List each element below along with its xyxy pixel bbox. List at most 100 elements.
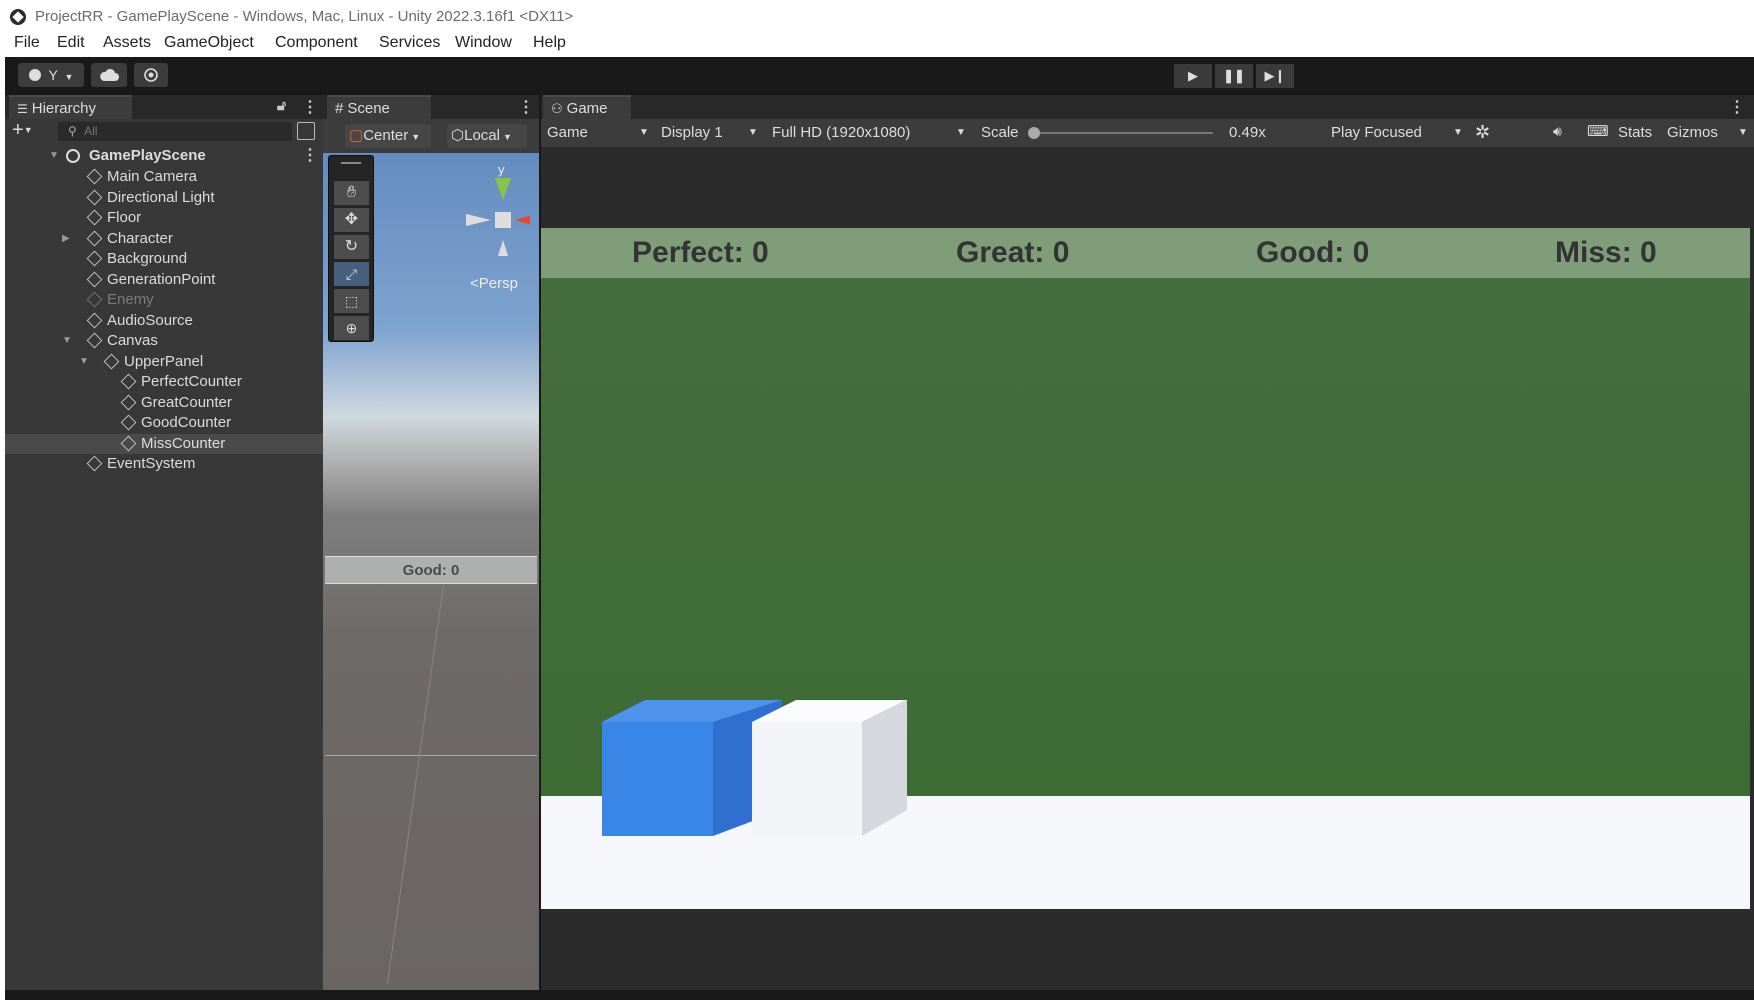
game-mode-dropdown[interactable]: Game ▼	[541, 119, 656, 147]
unity-logo-icon	[10, 9, 26, 25]
transform-tool-button[interactable]: ⊕	[334, 316, 369, 340]
menu-window[interactable]: Window	[455, 34, 512, 52]
collapse-arrow-icon[interactable]: ▶	[62, 229, 70, 249]
lock-icon[interactable]: 🔓︎	[277, 97, 286, 114]
scene-root-row[interactable]: ▼ GamePlayScene ⋮	[5, 146, 323, 166]
scene-search-button[interactable]	[297, 122, 315, 140]
scene-toolbar: ▢Center ▼ ⬡Local ▼	[323, 119, 539, 153]
perfect-counter: Perfect: 0	[632, 236, 769, 269]
persp-label-text: Persp	[478, 275, 518, 292]
tab-scene[interactable]: # Scene	[327, 95, 431, 119]
hierarchy-item[interactable]: Enemy	[5, 290, 323, 310]
gameobject-cube-icon	[86, 209, 103, 226]
hierarchy-item[interactable]: EventSystem	[5, 454, 323, 474]
hierarchy-item[interactable]: GenerationPoint	[5, 270, 323, 290]
gameobject-cube-icon	[86, 168, 103, 185]
expand-arrow-icon[interactable]: ▼	[62, 331, 72, 351]
chevron-down-icon: ▼	[748, 127, 758, 138]
move-tool-button[interactable]: ✥	[334, 208, 369, 232]
play-mode-label: Play Focused	[1331, 124, 1422, 141]
gizmo-center[interactable]	[495, 212, 511, 228]
menu-edit[interactable]: Edit	[57, 34, 85, 52]
hand-tool-button[interactable]: ✋︎	[334, 181, 369, 205]
hierarchy-item[interactable]: GreatCounter	[5, 393, 323, 413]
scale-tool-button[interactable]: ⤢	[334, 262, 369, 286]
keyboard-icon[interactable]: ⌨	[1587, 122, 1609, 140]
hierarchy-item[interactable]: GoodCounter	[5, 413, 323, 433]
tab-scene-label: Scene	[347, 100, 390, 117]
hierarchy-item[interactable]: Background	[5, 249, 323, 269]
stats-button[interactable]: Stats	[1618, 124, 1652, 141]
hierarchy-item[interactable]: MissCounter	[5, 433, 323, 454]
tab-game[interactable]: ⚇ Game	[543, 95, 631, 119]
list-icon: ☰	[17, 102, 28, 116]
gizmo-x-cone[interactable]	[515, 214, 530, 226]
play-button[interactable]: ▶	[1174, 64, 1212, 88]
hierarchy-item[interactable]: Floor	[5, 208, 323, 228]
hierarchy-item[interactable]: Directional Light	[5, 188, 323, 208]
play-mode-dropdown[interactable]: Play Focused ▼	[1325, 119, 1475, 147]
mute-audio-icon[interactable]: 🔊︎	[1553, 123, 1562, 140]
rect-tool-button[interactable]: ⬚	[334, 289, 369, 313]
scene-menu-button[interactable]: ⋮	[518, 97, 534, 117]
rotate-tool-button[interactable]: ↻	[334, 235, 369, 259]
scale-icon: ⤢	[345, 266, 358, 282]
scale-label: Scale	[981, 124, 1019, 141]
resolution-dropdown[interactable]: Full HD (1920x1080) ▼	[772, 119, 968, 147]
cloud-button[interactable]	[91, 63, 127, 87]
chevron-down-icon[interactable]: ▼	[1738, 127, 1748, 138]
gizmo-y-cone[interactable]	[495, 178, 511, 200]
menu-gameobject[interactable]: GameObject	[164, 34, 254, 52]
settings-circle-icon	[144, 68, 158, 82]
hierarchy-item[interactable]: ▶ Character	[5, 229, 323, 249]
game-menu-button[interactable]: ⋮	[1729, 97, 1745, 117]
rect-icon: ⬚	[344, 293, 359, 309]
create-button[interactable]: +▼	[12, 120, 48, 142]
bug-icon[interactable]: ✲	[1475, 122, 1490, 143]
persp-label[interactable]: <Persp	[470, 275, 518, 292]
menu-file[interactable]: File	[14, 34, 40, 52]
menu-component[interactable]: Component	[275, 34, 358, 52]
pivot-dropdown[interactable]: ▢Center ▼	[345, 124, 431, 148]
game-toolbar: Game ▼ Display 1 ▼ Full HD (1920x1080) ▼…	[541, 119, 1754, 147]
resolution-label: Full HD (1920x1080)	[772, 124, 911, 141]
enemy-cube	[752, 700, 907, 836]
account-button[interactable]: Y ▼	[18, 63, 84, 87]
main-toolbar: Y ▼	[5, 57, 1754, 95]
hierarchy-item[interactable]: AudioSource	[5, 311, 323, 331]
hierarchy-item[interactable]: ▼ Canvas	[5, 331, 323, 351]
chevron-left-icon: <	[470, 275, 479, 292]
hierarchy-item-label: UpperPanel	[124, 352, 204, 370]
gameobject-cube-icon	[120, 394, 137, 410]
hierarchy-item-label: Background	[107, 250, 188, 267]
collab-button[interactable]	[134, 63, 168, 87]
expand-arrow-icon[interactable]: ▼	[79, 352, 89, 372]
hierarchy-item[interactable]: PerfectCounter	[5, 372, 323, 392]
display-label: Display 1	[661, 124, 723, 141]
pause-button[interactable]: ❚❚	[1215, 64, 1253, 88]
scene-menu-button[interactable]: ⋮	[302, 146, 318, 166]
scale-slider[interactable]	[1028, 127, 1213, 139]
gamepad-icon: ⚇	[551, 101, 563, 116]
drag-handle[interactable]	[341, 162, 361, 164]
menu-bar: File Edit Assets GameObject Component Se…	[0, 34, 1754, 58]
gameobject-cube-icon	[86, 332, 103, 349]
menu-help[interactable]: Help	[533, 34, 566, 52]
tab-hierarchy[interactable]: ☰ Hierarchy	[9, 95, 132, 119]
gizmos-button[interactable]: Gizmos	[1667, 124, 1718, 141]
display-dropdown[interactable]: Display 1 ▼	[661, 119, 761, 147]
chevron-down-icon: ▼	[639, 127, 649, 138]
menu-assets[interactable]: Assets	[103, 34, 151, 52]
hierarchy-item[interactable]: Main Camera	[5, 167, 323, 187]
hierarchy-menu-button[interactable]: ⋮	[302, 97, 318, 117]
gizmo-negy-cone[interactable]	[498, 240, 508, 256]
hierarchy-search-input[interactable]: ⚲ All	[58, 122, 292, 141]
chevron-down-icon: ▼	[23, 125, 33, 135]
scale-slider-handle[interactable]	[1028, 127, 1040, 139]
orientation-gizmo[interactable]: y	[460, 160, 530, 260]
menu-services[interactable]: Services	[379, 34, 440, 52]
gizmo-negx-cone[interactable]	[466, 214, 491, 226]
step-button[interactable]: ▶❙	[1256, 64, 1294, 88]
space-dropdown[interactable]: ⬡Local ▼	[447, 124, 527, 148]
hierarchy-item[interactable]: ▼ UpperPanel	[5, 352, 323, 372]
